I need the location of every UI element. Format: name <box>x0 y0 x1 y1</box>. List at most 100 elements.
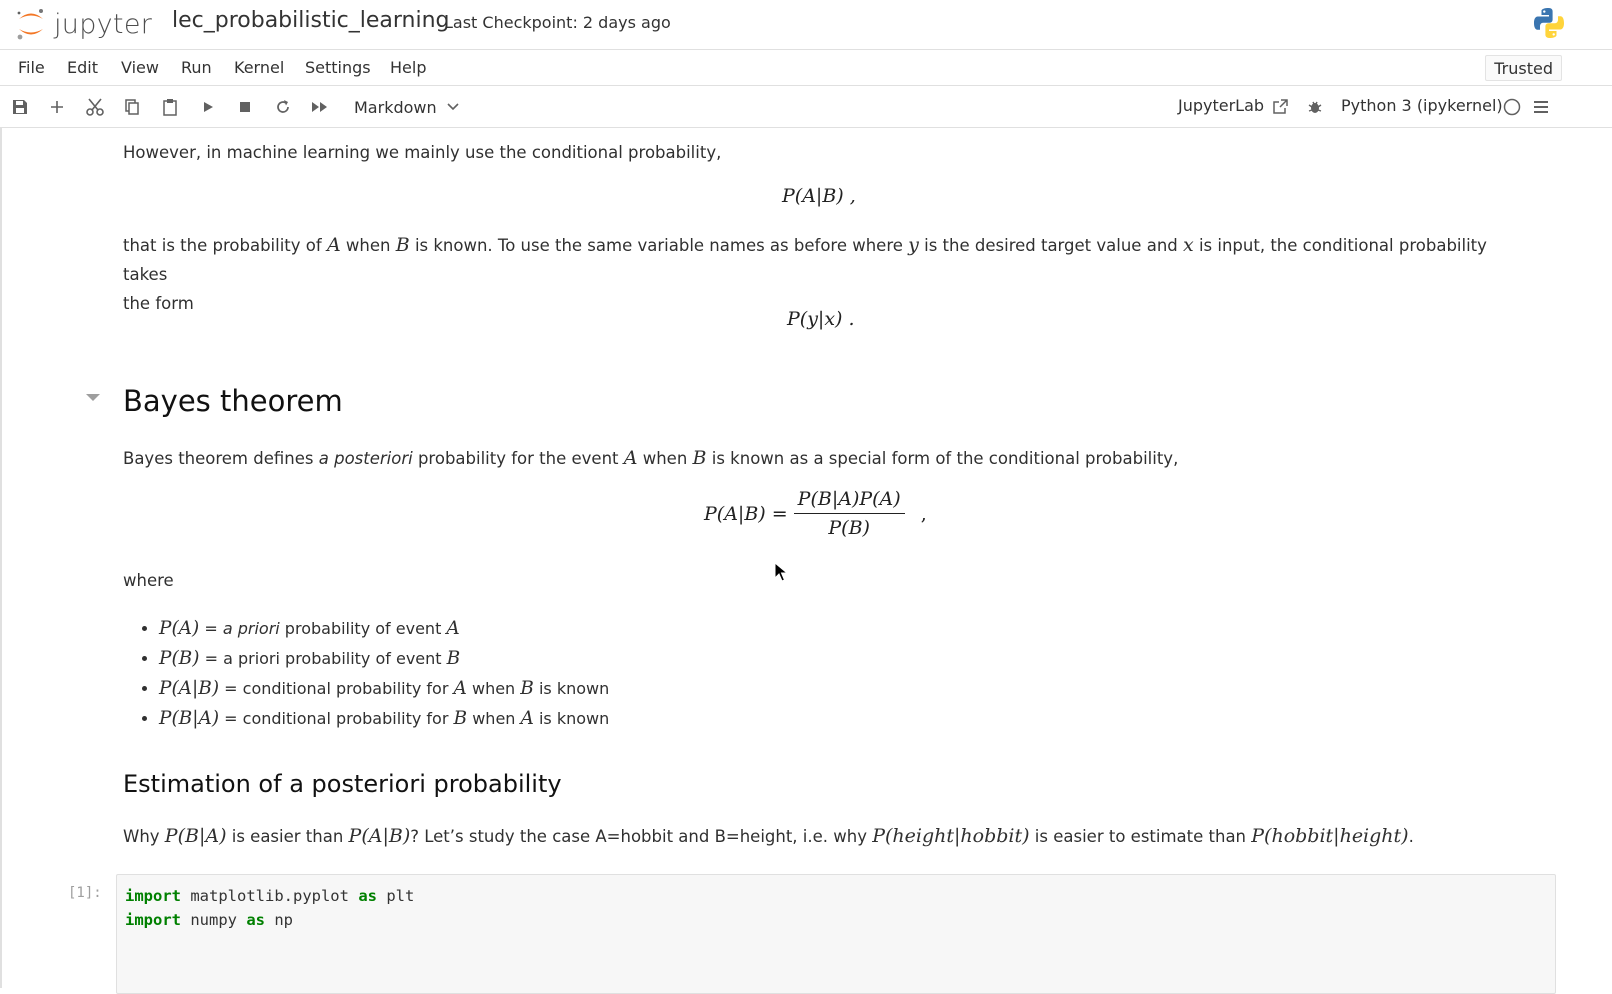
paragraph-text: the form <box>123 294 194 313</box>
open-jupyterlab-button[interactable] <box>1268 95 1292 119</box>
code-keyword: import <box>125 911 181 929</box>
interrupt-kernel-button[interactable] <box>233 95 257 119</box>
paragraph-text: that is the probability of <box>123 236 327 255</box>
list-item: P(A|B) = conditional probability for A w… <box>159 674 609 704</box>
paragraph-text: is the desired target value and <box>918 236 1183 255</box>
markdown-paragraph: that is the probability of A when B is k… <box>123 231 1523 318</box>
math-expr: P(A) <box>159 618 200 639</box>
list-item: P(B|A) = conditional probability for B w… <box>159 704 609 734</box>
paragraph-text: However, in machine learning we mainly u… <box>123 143 722 162</box>
copy-cell-button[interactable] <box>120 95 144 119</box>
list-text: is known <box>533 709 610 728</box>
top-header: jupyter lec_probabilistic_learning Last … <box>0 0 1612 50</box>
paragraph-text: is easier to estimate than <box>1029 827 1252 846</box>
external-link-icon <box>1273 99 1288 114</box>
menu-file[interactable]: File <box>18 58 45 77</box>
equation-fraction: P(B|A)P(A) P(B) <box>793 488 905 539</box>
code-keyword: as <box>358 887 377 905</box>
fast-forward-icon <box>312 102 327 112</box>
kernel-idle-circle-icon <box>1503 98 1521 116</box>
list-item: P(A) = a priori probability of event A <box>159 614 609 644</box>
menu-view[interactable]: View <box>121 58 159 77</box>
math-var: B <box>446 648 461 669</box>
math-var: A <box>520 708 534 729</box>
math-var: y <box>908 234 919 256</box>
hamburger-icon <box>1534 101 1548 113</box>
list-item: P(B) = a priori probability of event B <box>159 644 609 674</box>
markdown-paragraph: Bayes theorem defines a posteriori proba… <box>123 444 1523 473</box>
mouse-pointer-icon <box>774 562 788 582</box>
trusted-indicator[interactable]: Trusted <box>1485 55 1562 81</box>
kernel-status <box>1500 95 1524 119</box>
equation-conditional-yx: P(y|x) . <box>787 308 855 330</box>
list-text: = conditional probability for <box>219 709 454 728</box>
stop-icon <box>240 102 250 112</box>
math-expr: P(height|hobbit) <box>872 825 1030 847</box>
chevron-down-icon <box>447 103 459 111</box>
paragraph-text: is easier than <box>226 827 349 846</box>
menu-kernel[interactable]: Kernel <box>234 58 284 77</box>
paragraph-text: where <box>123 571 174 590</box>
list-text: = a priori probability of event <box>199 649 447 668</box>
paragraph-text: Why <box>123 827 165 846</box>
math-var: B <box>453 708 468 729</box>
kernel-name[interactable]: Python 3 (ipykernel) <box>1341 96 1503 115</box>
list-text: = <box>199 619 223 638</box>
open-jupyterlab-link[interactable]: JupyterLab <box>1178 96 1264 115</box>
emphasis-text: a posteriori <box>318 449 413 468</box>
list-text: = conditional probability for <box>219 679 454 698</box>
bug-icon <box>1308 101 1322 113</box>
math-var: A <box>623 447 638 469</box>
list-text: when <box>466 679 521 698</box>
insert-cell-button[interactable] <box>45 95 69 119</box>
heading-estimation: Estimation of a posteriori probability <box>123 770 562 798</box>
math-var: B <box>520 678 534 699</box>
notebook-title[interactable]: lec_probabilistic_learning <box>172 8 450 33</box>
save-button[interactable] <box>8 95 32 119</box>
code-line: import matplotlib.pyplot as plt <box>125 884 1547 908</box>
math-expr: P(B|A) <box>164 825 227 847</box>
cut-cell-button[interactable] <box>83 95 107 119</box>
fraction-numerator: P(B|A)P(A) <box>797 488 901 510</box>
notebook-panel[interactable]: However, in machine learning we mainly u… <box>0 128 1612 994</box>
code-text: matplotlib.pyplot <box>181 887 359 905</box>
paragraph-text: Bayes theorem defines <box>123 449 319 468</box>
cell-type-value: Markdown <box>354 97 437 117</box>
run-cell-button[interactable] <box>196 95 220 119</box>
menu-bar: File Edit View Run Kernel Settings Help … <box>0 50 1612 86</box>
paragraph-text: when <box>637 449 693 468</box>
markdown-paragraph: However, in machine learning we mainly u… <box>123 138 721 167</box>
menu-settings[interactable]: Settings <box>305 58 371 77</box>
menu-edit[interactable]: Edit <box>67 58 98 77</box>
menu-help[interactable]: Help <box>390 58 426 77</box>
menu-hamburger-button[interactable] <box>1529 95 1553 119</box>
markdown-paragraph: Why P(B|A) is easier than P(A|B)? Let’s … <box>123 822 1563 851</box>
code-line: import numpy as np <box>125 908 1547 932</box>
restart-run-all-button[interactable] <box>308 95 332 119</box>
equation-bayes: P(A|B) = P(B|A)P(A) P(B) , <box>704 488 927 539</box>
emphasis-text: a priori <box>222 619 280 638</box>
collapse-caret-icon[interactable] <box>86 394 100 401</box>
save-icon <box>13 100 27 114</box>
heading-bayes-theorem: Bayes theorem <box>123 384 343 418</box>
math-expr: P(A|B) <box>348 825 411 847</box>
jupyter-logo[interactable]: jupyter <box>16 4 152 44</box>
paragraph-text: is known as a special form of the condit… <box>706 449 1179 468</box>
math-expr: P(A|B) <box>159 678 220 699</box>
cell-type-dropdown[interactable]: Markdown <box>354 95 459 119</box>
play-icon <box>204 102 213 112</box>
debugger-button[interactable] <box>1303 95 1327 119</box>
paragraph-text: ? Let’s study the case A=hobbit and B=he… <box>410 827 873 846</box>
math-var: A <box>326 234 341 256</box>
restart-kernel-button[interactable] <box>271 95 295 119</box>
paragraph-text: when <box>340 236 396 255</box>
paragraph-text: . <box>1408 827 1414 846</box>
menu-run[interactable]: Run <box>181 58 212 77</box>
math-expr: P(B|A) <box>159 708 220 729</box>
python-logo-icon <box>1534 8 1564 38</box>
code-cell-editor[interactable]: import matplotlib.pyplot as plt import n… <box>116 874 1556 994</box>
math-expr: P(B) <box>159 648 200 669</box>
scissors-icon <box>86 98 104 116</box>
list-text: when <box>467 709 521 728</box>
paste-cell-button[interactable] <box>158 95 182 119</box>
